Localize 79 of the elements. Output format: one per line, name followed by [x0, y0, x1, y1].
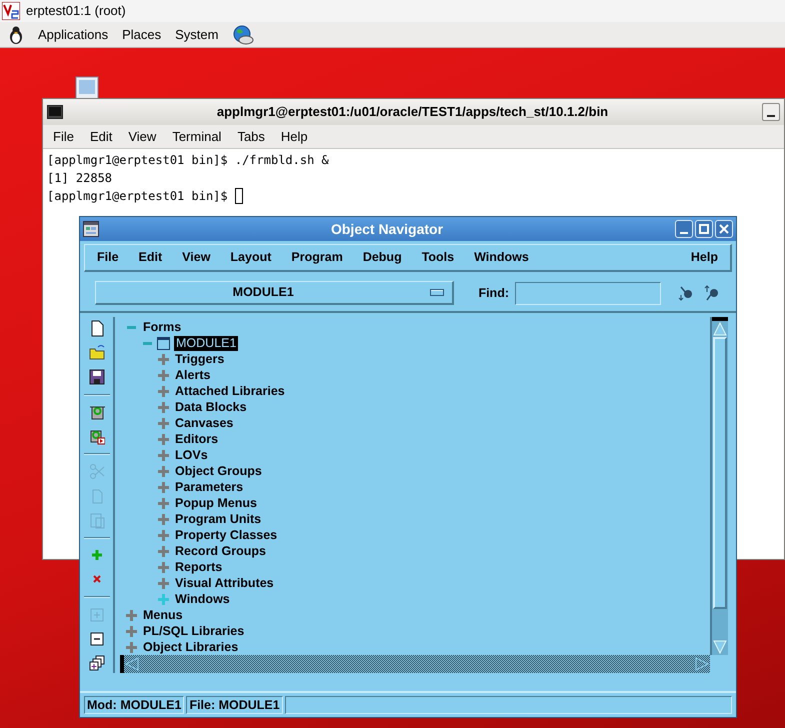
menu-item[interactable]: View: [182, 248, 210, 267]
new-document-icon: [89, 320, 105, 338]
minimize-button[interactable]: [762, 103, 780, 121]
tree-item[interactable]: Parameters: [173, 480, 246, 494]
panel-menu[interactable]: Applications: [38, 24, 108, 44]
minimize-icon: [767, 115, 775, 117]
terminal-icon: [47, 105, 63, 119]
window-title: Object Navigator: [330, 220, 444, 239]
horizontal-scrollbar[interactable]: [120, 655, 710, 673]
tree-item[interactable]: Attached Libraries: [173, 384, 287, 398]
tree-item[interactable]: Object Groups: [173, 464, 264, 478]
menu-item[interactable]: Edit: [138, 248, 162, 267]
scroll-left-icon: [124, 656, 140, 672]
dropdown-indicator-icon: [430, 289, 444, 296]
debug-form-icon: [89, 428, 105, 446]
globe-icon: [232, 24, 254, 44]
terminal-line: [applmgr1@erptest01 bin]$ ./frmbld.sh &: [47, 152, 329, 169]
scissors-icon: [89, 463, 105, 480]
menu-item[interactable]: Tools: [422, 248, 454, 267]
panel-menu[interactable]: System: [175, 24, 218, 44]
tree-item[interactable]: Canvases: [173, 416, 236, 430]
form-window-icon: [157, 336, 170, 350]
minimize-icon: [680, 232, 688, 234]
search-down-icon: [677, 284, 695, 302]
menu-item[interactable]: Program: [291, 248, 343, 267]
paste-icon: [89, 512, 105, 529]
tree-item[interactable]: Data Blocks: [173, 400, 249, 414]
tree-item[interactable]: Program Units: [173, 512, 264, 526]
tree-item[interactable]: LOVs: [173, 448, 210, 462]
form-window-icon: [83, 221, 99, 237]
close-button[interactable]: [715, 220, 733, 238]
tree-item[interactable]: Menus: [141, 608, 185, 622]
tree-item[interactable]: Popup Menus: [173, 496, 259, 510]
tree-item[interactable]: MODULE1: [174, 336, 238, 350]
tree-item[interactable]: Alerts: [173, 368, 212, 382]
scroll-right-icon: [694, 656, 710, 672]
window-title: applmgr1@erptest01:/u01/oracle/TEST1/apps/tech_st/10.1.2/bin: [216, 103, 610, 122]
tree-item[interactable]: Reports: [173, 560, 224, 574]
module-dropdown[interactable]: MODULE1: [95, 281, 454, 305]
tree-item[interactable]: Object Libraries: [141, 640, 240, 654]
scroll-down-icon: [712, 639, 728, 655]
vertical-scrollbar[interactable]: [710, 317, 728, 655]
tree-item[interactable]: Forms: [141, 320, 184, 334]
open-folder-icon: [89, 344, 105, 362]
tree-item[interactable]: PL/SQL Libraries: [141, 624, 246, 638]
menu-item[interactable]: Debug: [362, 248, 402, 267]
expand-all-icon: [89, 655, 105, 672]
menu-item[interactable]: Windows: [474, 248, 529, 267]
tree-item[interactable]: Editors: [173, 432, 220, 446]
terminal-line: [applmgr1@erptest01 bin]$: [47, 188, 228, 205]
tree-item[interactable]: Windows: [173, 592, 232, 606]
menu-item[interactable]: File: [97, 248, 119, 267]
terminal-line: [1] 22858: [47, 170, 112, 187]
find-label: Find:: [478, 284, 509, 302]
menu-item[interactable]: Help: [690, 248, 718, 267]
find-field[interactable]: [515, 282, 661, 304]
tree-item[interactable]: Triggers: [173, 352, 226, 366]
menu-item[interactable]: Tabs: [237, 126, 265, 146]
penguin-icon: [8, 26, 24, 44]
search-up-icon: [703, 284, 721, 302]
menu-item[interactable]: File: [53, 126, 74, 146]
panel-menu[interactable]: Places: [122, 24, 162, 44]
expand-icon: [89, 606, 105, 624]
tree-item[interactable]: Record Groups: [173, 544, 268, 558]
close-icon: [719, 224, 729, 234]
menu-item[interactable]: View: [128, 126, 156, 146]
maximize-icon: [699, 224, 709, 234]
collapse-icon: [89, 630, 105, 648]
status-field: Mod: MODULE1: [84, 696, 184, 714]
menu-item[interactable]: Terminal: [172, 126, 222, 146]
window-title: erptest01:1 (root): [26, 2, 126, 20]
tree-item[interactable]: Visual Attributes: [173, 576, 276, 590]
tree-item[interactable]: Property Classes: [173, 528, 280, 542]
menu-item[interactable]: Help: [280, 126, 308, 146]
menu-item[interactable]: Layout: [230, 248, 272, 267]
menu-item[interactable]: Edit: [90, 126, 112, 146]
status-field: File: MODULE1: [186, 696, 283, 714]
maximize-button[interactable]: [695, 220, 713, 238]
run-form-icon: [89, 404, 105, 421]
